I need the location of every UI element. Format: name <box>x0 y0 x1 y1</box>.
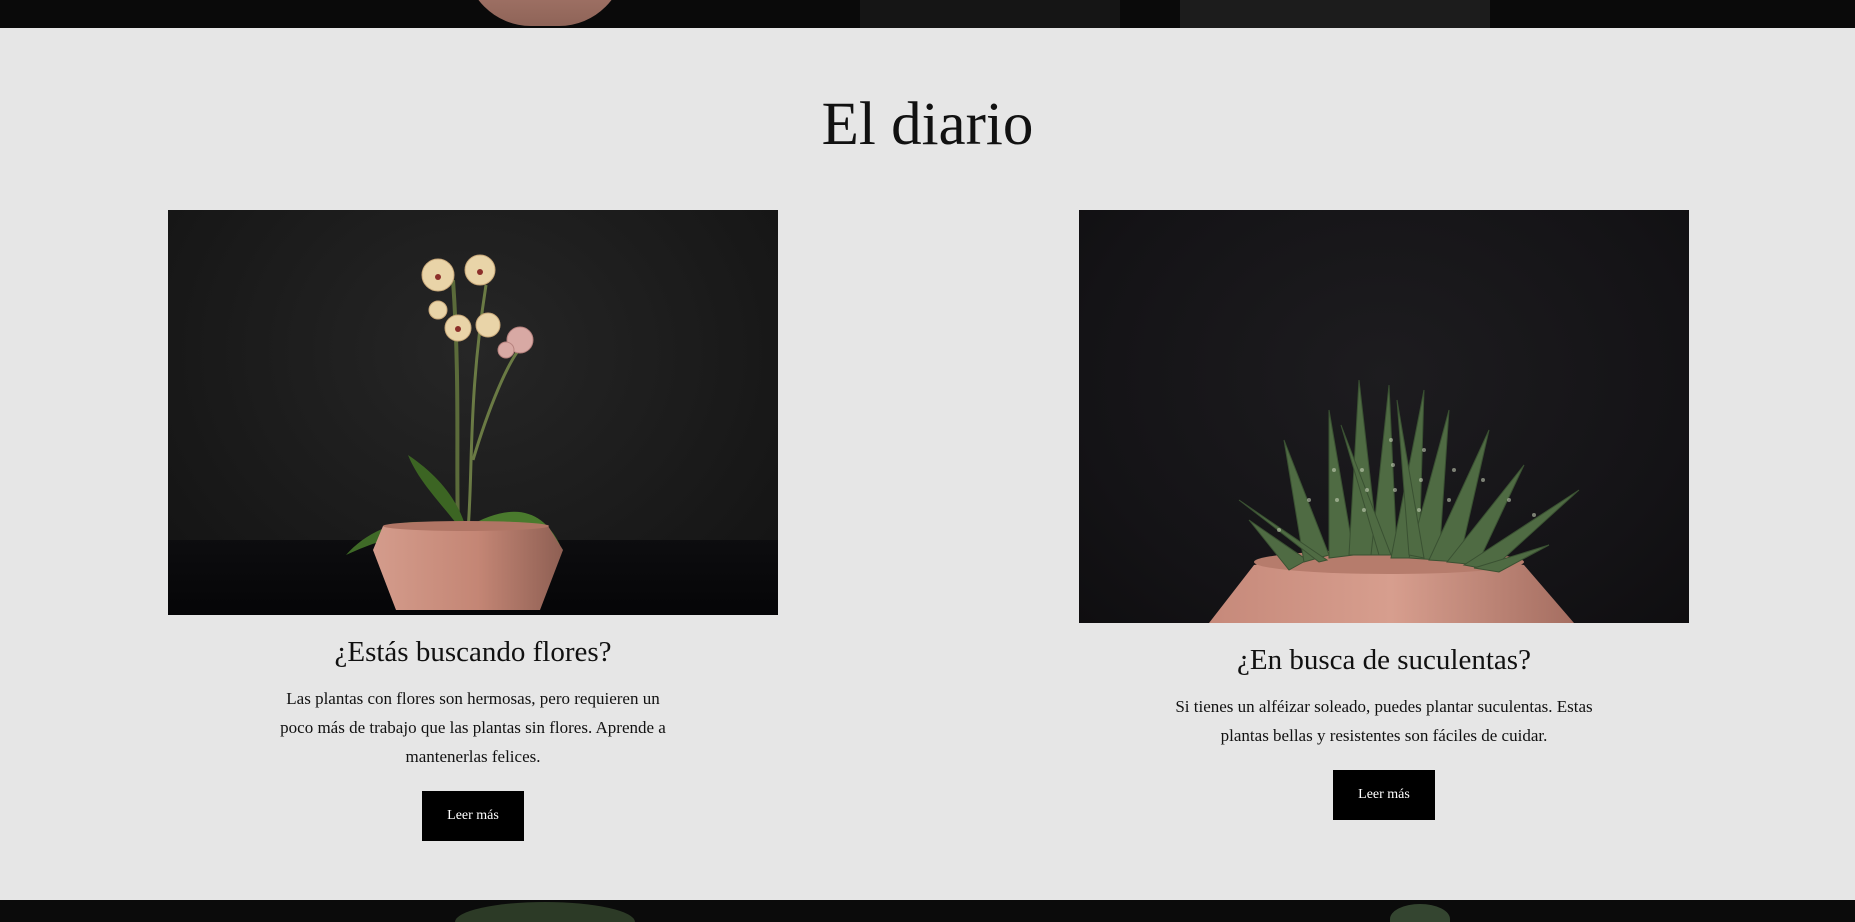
card-description: Las plantas con flores son hermosas, per… <box>280 688 666 766</box>
card-heading: ¿Estás buscando flores? <box>334 636 612 668</box>
next-section-strip <box>0 900 1855 922</box>
succulent-image <box>1079 210 1689 623</box>
succulent-illustration <box>1209 379 1580 623</box>
read-more-button[interactable]: Leer más <box>422 790 524 841</box>
card-description: Si tienes un alféizar soleado, puedes pl… <box>1175 696 1593 745</box>
background-panel <box>1180 0 1490 28</box>
read-more-button[interactable]: Leer más <box>1333 769 1435 820</box>
journal-section: El diario ¿Estás buscando flores? Las pl… <box>0 28 1855 900</box>
orchid-illustration <box>168 254 778 615</box>
journal-card-succulents: ¿En busca de suculentas? Si tienes un al… <box>1079 210 1689 820</box>
section-title: El diario <box>821 91 1034 158</box>
card-heading: ¿En busca de suculentas? <box>1237 644 1531 676</box>
previous-section-strip <box>0 0 1855 28</box>
pot-image-fragment <box>465 0 625 26</box>
page: El diario ¿Estás buscando flores? Las pl… <box>0 0 1855 922</box>
journal-card-flowers: ¿Estás buscando flores? Las plantas con … <box>168 210 778 841</box>
leaf-image-fragment <box>455 902 635 922</box>
leaf-image-fragment <box>1390 904 1450 922</box>
background-panel <box>860 0 1120 28</box>
orchid-image <box>168 210 778 615</box>
